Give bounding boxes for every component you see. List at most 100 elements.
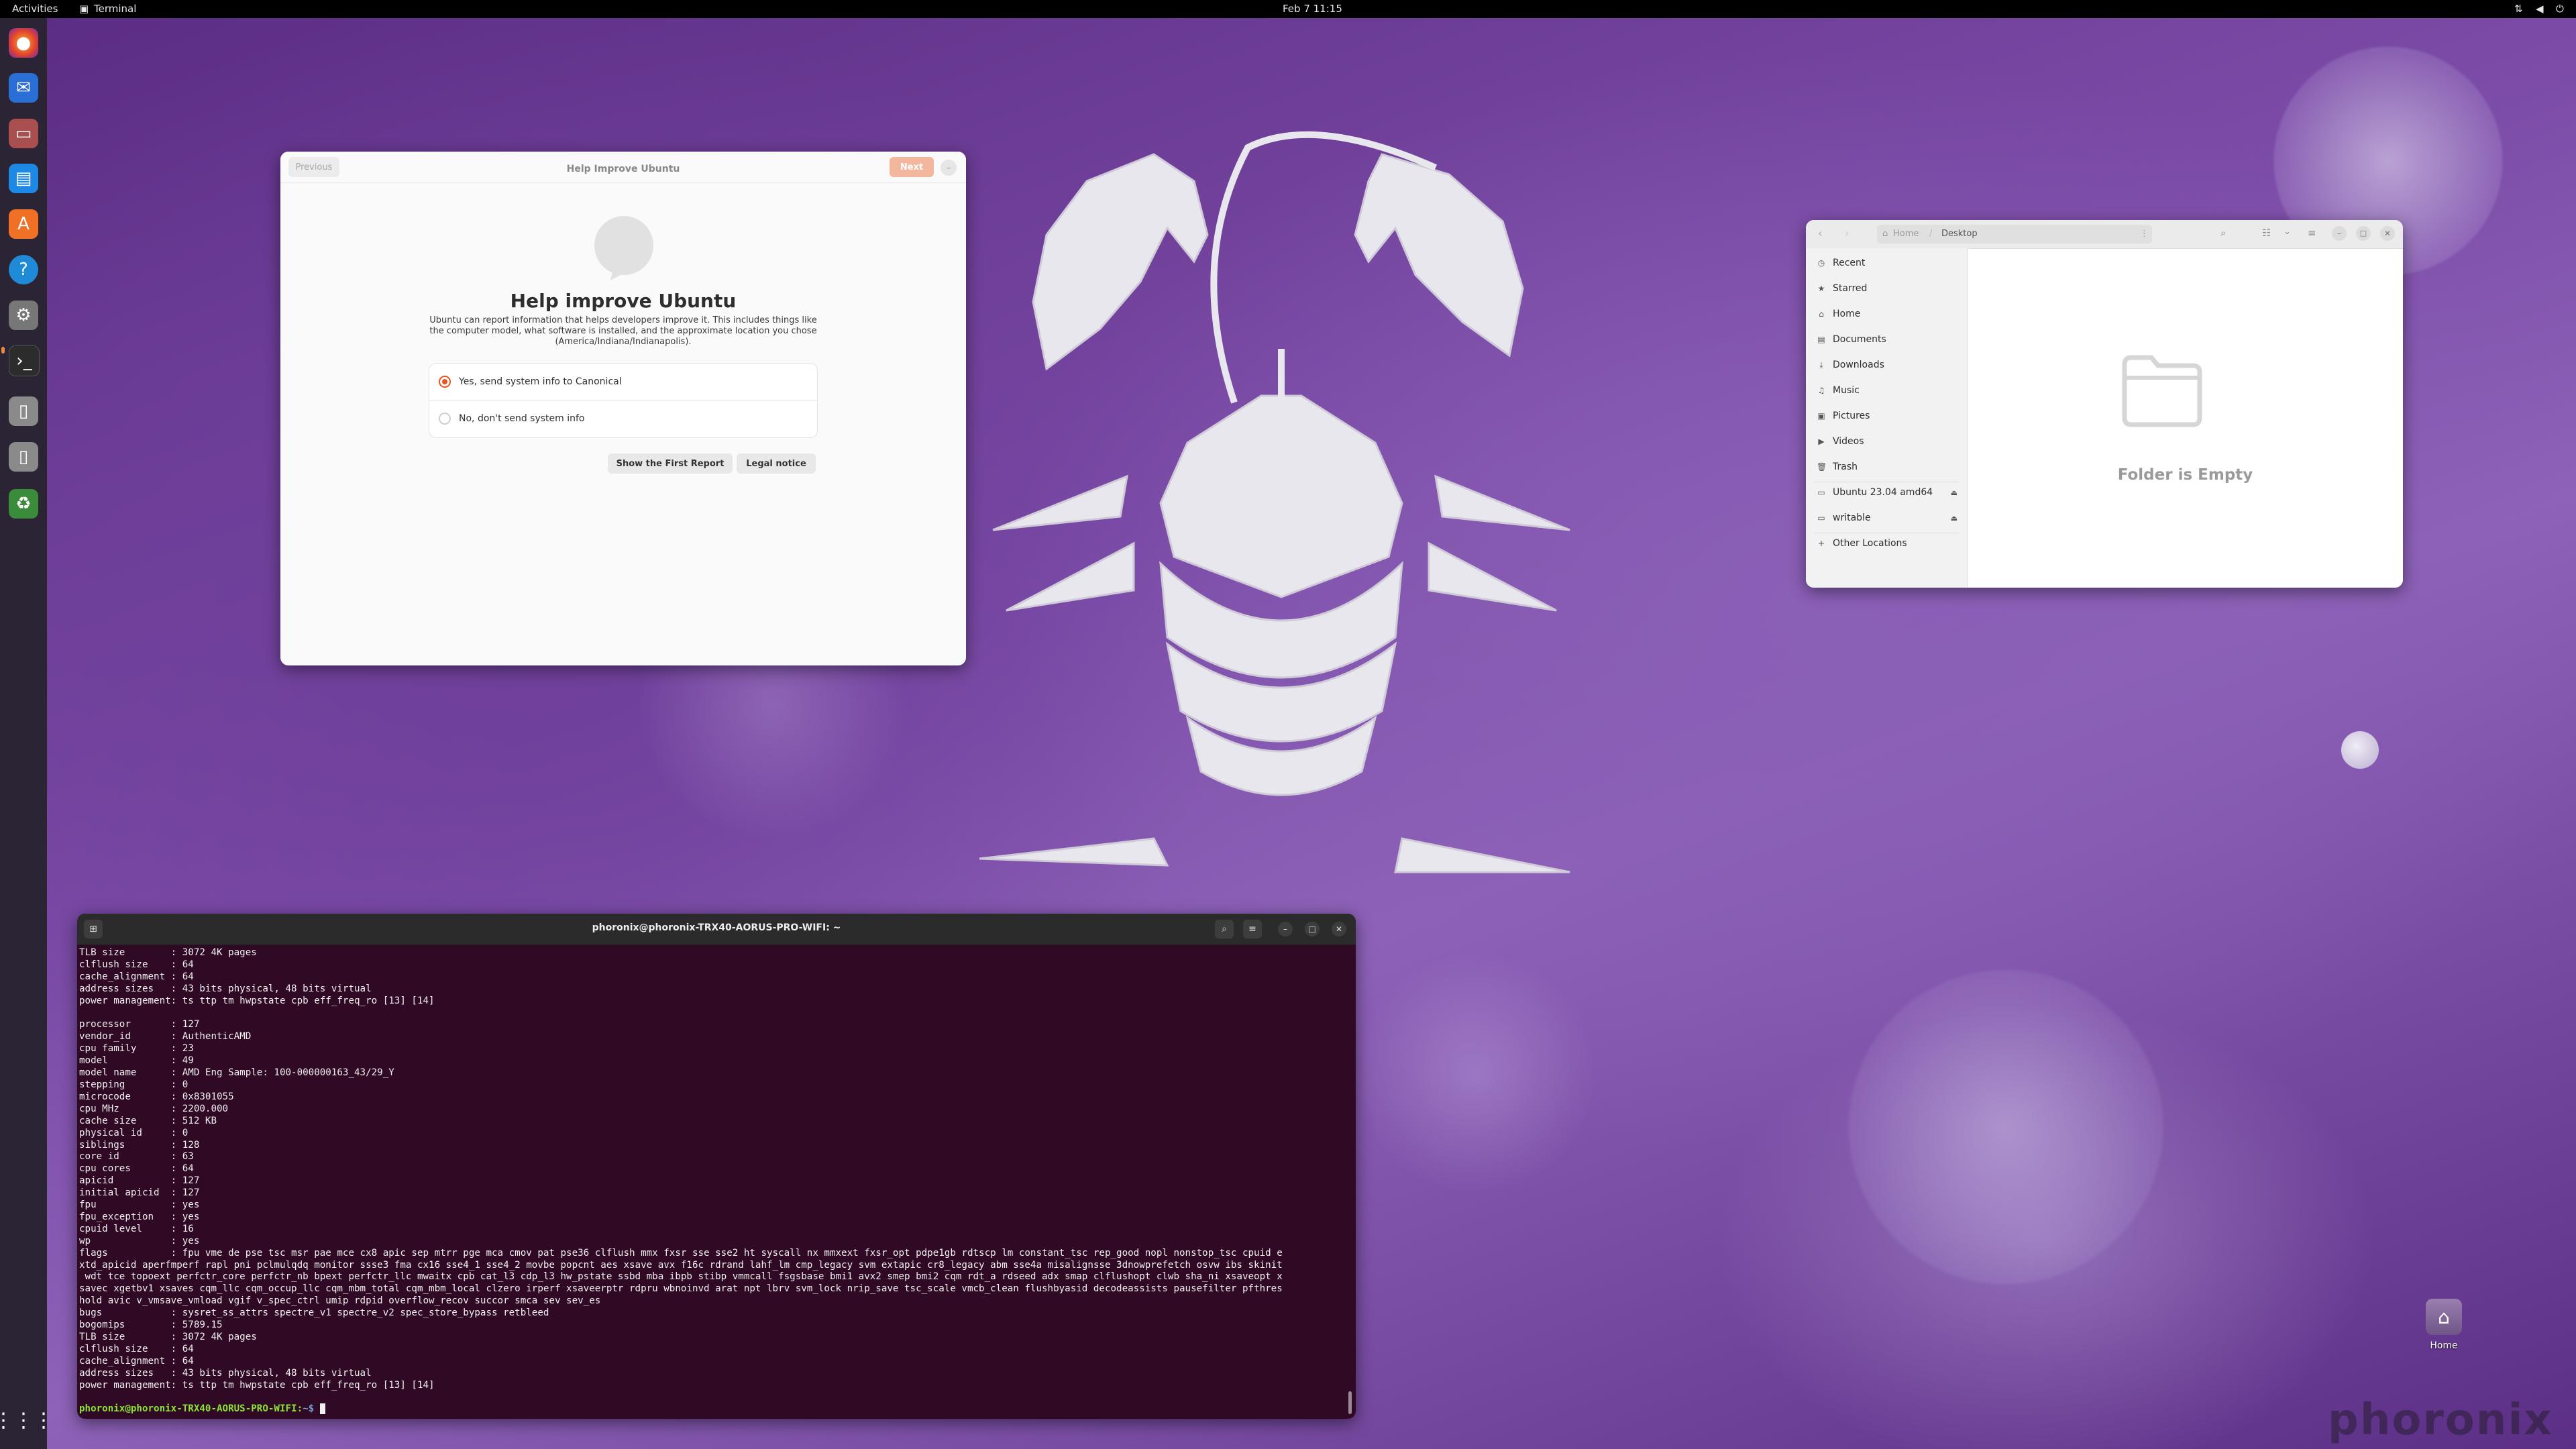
terminal-output[interactable]: TLB size : 3072 4K pages clflush size : 6… [79, 947, 1347, 1417]
terminal-line: siblings : 128 [79, 1139, 200, 1150]
path-current[interactable]: Desktop [1941, 229, 1978, 239]
sidebar-item-other-locations[interactable]: + Other Locations [1817, 538, 1907, 549]
search-icon[interactable]: ⌕ [2220, 227, 2226, 239]
files-content[interactable]: Folder is Empty [1968, 249, 2403, 588]
empty-folder-message: Folder is Empty [2117, 466, 2253, 484]
terminal-window: ⊞ phoronix@phoronix-TRX40-AORUS-PRO-WIFI… [77, 914, 1356, 1419]
help-icon[interactable]: ? [9, 255, 38, 284]
phoronix-watermark: phoronix [2328, 1395, 2553, 1445]
usb-drive-icon-2[interactable]: ▯ [9, 442, 38, 472]
desktop-home-icon[interactable]: ⌂ [2426, 1299, 2462, 1335]
sidebar-item-videos[interactable]: ▶ Videos [1817, 436, 1864, 447]
legal-notice-button[interactable]: Legal notice [737, 453, 816, 474]
terminal-line: cpu cores : 64 [79, 1163, 194, 1175]
plus-icon: + [1817, 539, 1825, 548]
option-no-label: No, don't send system info [459, 413, 585, 424]
forward-icon[interactable]: › [1845, 227, 1849, 239]
page-description: Ubuntu can report information that helps… [429, 315, 817, 347]
volume-icon[interactable]: ◀ [2536, 3, 2544, 15]
search-icon[interactable]: ⌕ [1215, 920, 1234, 938]
terminal-line: address sizes : 43 bits physical, 48 bit… [79, 983, 372, 994]
option-no-row[interactable]: No, don't send system info [429, 400, 817, 437]
close-icon[interactable]: ✕ [2380, 226, 2395, 241]
terminal-line: fpu : yes [79, 1199, 200, 1211]
terminal-lines: TLB size : 3072 4K pages clflush size : 6… [79, 947, 1347, 1403]
desktop-home-label[interactable]: Home [2415, 1340, 2473, 1351]
menu-icon[interactable]: ≡ [1243, 920, 1262, 938]
wallpaper-moon [2341, 731, 2379, 769]
music-icon: ♫ [1817, 386, 1825, 395]
sidebar-item-pictures[interactable]: ▣ Pictures [1817, 411, 1870, 421]
page-heading: Help improve Ubuntu [510, 290, 737, 312]
speech-bubble-icon [590, 215, 657, 282]
terminal-line: clflush size : 64 [79, 959, 194, 970]
show-apps-icon[interactable]: ⋮⋮⋮ [0, 1405, 54, 1435]
settings-icon[interactable]: ⚙ [9, 301, 38, 330]
close-icon[interactable]: ✕ [1332, 922, 1346, 936]
terminal-line: address sizes : 43 bits physical, 48 bit… [79, 1367, 372, 1379]
active-app-menu[interactable]: Terminal [94, 3, 136, 15]
sidebar-item-music[interactable]: ♫ Music [1817, 385, 1860, 396]
wallpaper-lobster [979, 131, 1570, 873]
sidebar-item-starred[interactable]: ★ Starred [1817, 283, 1868, 294]
terminal-line: cpu family : 23 [79, 1043, 194, 1055]
writer-icon[interactable]: ▤ [9, 164, 38, 193]
files-window: ‹ › ⌂ Home / Desktop ⋮ ⌕ ☷ ⌄ ≡ – □ ✕ ◷ Re… [1806, 220, 2403, 588]
sidebar-item-documents[interactable]: ▤ Documents [1817, 334, 1886, 345]
clock[interactable]: Feb 7 11:15 [1283, 3, 1342, 15]
folder-icon [2119, 351, 2205, 430]
minimize-button[interactable]: – [941, 160, 957, 176]
files-icon[interactable]: ▭ [9, 119, 38, 148]
minimize-icon[interactable]: – [2332, 226, 2347, 241]
sidebar-item-home[interactable]: ⌂ Home [1817, 309, 1860, 319]
minimize-icon[interactable]: – [1278, 922, 1293, 936]
files-sidebar: ◷ Recent ★ Starred ⌂ Home ▤ Documents ⤓ Downl… [1806, 248, 1968, 588]
terminal-line: clflush size : 64 [79, 1343, 194, 1354]
thunderbird-icon[interactable]: ✉ [9, 73, 38, 103]
trash-icon: 🗑 [1817, 462, 1827, 472]
show-report-button[interactable]: Show the First Report [608, 453, 733, 474]
option-no-radio[interactable] [439, 413, 451, 425]
view-options-icon[interactable]: ⌄ [2284, 227, 2291, 237]
option-yes-row[interactable]: Yes, send system info to Canonical [429, 364, 817, 400]
terminal-scrollbar[interactable] [1348, 1391, 1352, 1414]
path-home[interactable]: Home [1893, 229, 1919, 239]
path-bar[interactable]: ⌂ Home / Desktop ⋮ [1877, 225, 2152, 244]
next-button[interactable]: Next [890, 157, 934, 177]
sidebar-item-recent[interactable]: ◷ Recent [1817, 258, 1866, 268]
terminal-prompt-line[interactable]: phoronix@phoronix-TRX40-AORUS-PRO-WIFI:~… [79, 1403, 1347, 1415]
terminal-prompt-suffix: ~$ [303, 1403, 320, 1415]
document-icon: ▤ [1817, 335, 1825, 344]
trash-icon[interactable]: ♻ [9, 489, 38, 519]
terminal-line: hold avic v_vmsave_vmload vgif v_spec_ct… [79, 1295, 601, 1307]
eject-icon[interactable]: ⏏ [1951, 514, 1957, 523]
terminal-line: processor : 127 [79, 1019, 200, 1030]
software-icon[interactable]: A [9, 209, 38, 239]
sidebar-item-trash[interactable]: 🗑 Trash [1817, 462, 1858, 472]
firefox-icon[interactable]: ● [9, 28, 38, 58]
network-icon[interactable]: ⇅ [2514, 3, 2523, 15]
home-icon: ⌂ [1819, 309, 1824, 319]
activities-button[interactable]: Activities [12, 3, 58, 15]
eject-icon[interactable]: ⏏ [1951, 488, 1957, 497]
terminal-icon[interactable]: ›_ [9, 345, 40, 376]
maximize-icon[interactable]: □ [1305, 922, 1320, 936]
usb-drive-icon[interactable]: ▯ [9, 396, 38, 426]
terminal-line: power management: ts ttp tm hwpstate cpb… [79, 1379, 435, 1391]
sidebar-item-writable[interactable]: ▭ writable ⏏ [1817, 513, 1957, 523]
back-icon[interactable]: ‹ [1818, 227, 1822, 239]
option-yes-radio[interactable] [439, 376, 451, 388]
sidebar-item-downloads[interactable]: ⤓ Downloads [1817, 360, 1884, 370]
menu-icon[interactable]: ≡ [2308, 227, 2316, 239]
terminal-line: stepping : 0 [79, 1079, 189, 1090]
terminal-line: wdt tce topoext perfctr_core perfctr_nb … [79, 1271, 1283, 1283]
maximize-icon[interactable]: □ [2356, 226, 2371, 241]
window-title: Help Improve Ubuntu [566, 164, 680, 174]
path-menu-icon[interactable]: ⋮ [2140, 229, 2149, 239]
terminal-line: TLB size : 3072 4K pages [79, 947, 257, 958]
view-toggle-icon[interactable]: ☷ [2262, 227, 2271, 239]
sidebar-item-ubuntu-media[interactable]: ▭ Ubuntu 23.04 amd64 ⏏ [1817, 487, 1957, 498]
power-icon[interactable]: ⏻ [2556, 3, 2564, 15]
